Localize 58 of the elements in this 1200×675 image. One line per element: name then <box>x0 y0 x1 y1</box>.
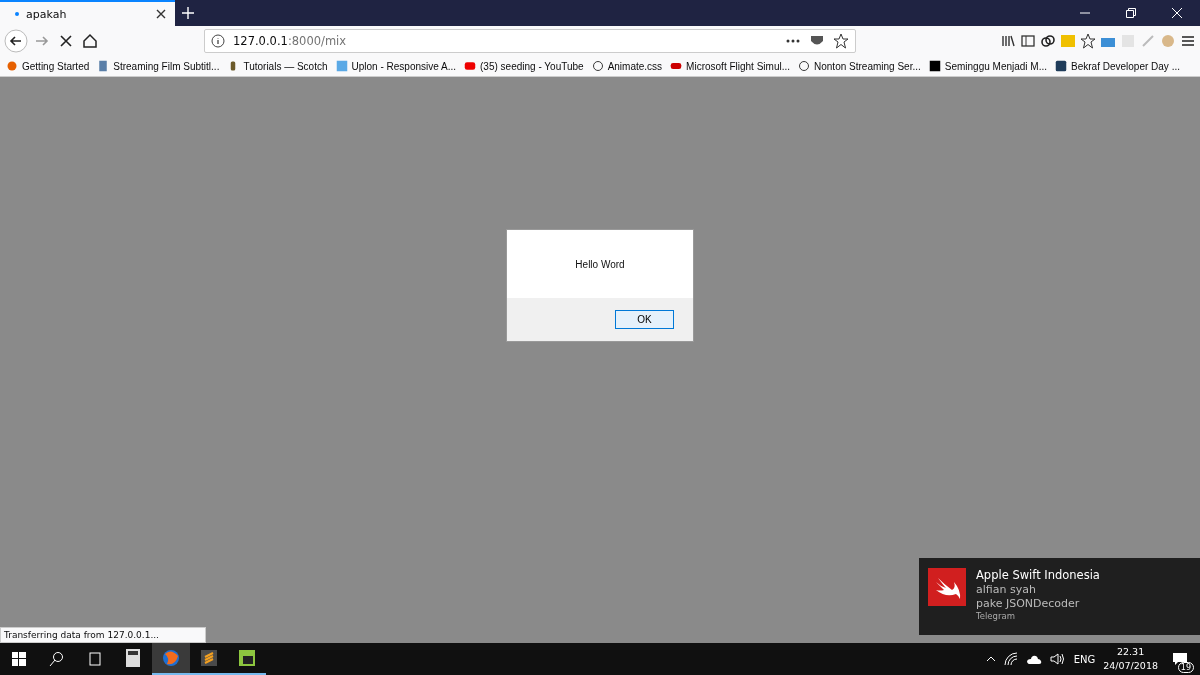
notification-sender: alfian syah <box>976 583 1037 596</box>
square-icon <box>335 60 348 72</box>
bookmark-item[interactable]: Streaming Film Subtitl... <box>97 60 220 72</box>
more-icon <box>785 38 801 44</box>
star-icon <box>833 33 849 49</box>
restore-icon <box>1126 8 1136 18</box>
task-view-icon <box>87 651 103 667</box>
bookmark-item[interactable]: (35) seeding - YouTube <box>464 60 584 72</box>
cloud-icon <box>1025 653 1042 665</box>
terminal-icon <box>237 648 257 668</box>
pencil-icon <box>1140 33 1156 49</box>
bookmark-item[interactable]: Uplon - Responsive A... <box>335 60 457 72</box>
new-tab-icon <box>181 6 195 20</box>
bookmark-item[interactable]: Tutorials — Scotch <box>227 60 328 72</box>
status-text: Transferring data from 127.0.0.1... <box>0 627 206 643</box>
square-icon <box>1055 60 1068 72</box>
wifi-icon <box>1003 652 1018 666</box>
square-icon <box>1060 33 1076 49</box>
back-icon <box>4 29 28 53</box>
bookmark-item[interactable]: Bekraf Developer Day ... <box>1055 60 1180 72</box>
notification-title: Apple Swift Indonesia <box>976 568 1100 582</box>
bookmark-item[interactable]: Animate.css <box>591 60 663 72</box>
info-icon <box>211 34 225 48</box>
loading-dot-icon <box>14 11 20 17</box>
language-indicator[interactable]: ENG <box>1073 653 1096 665</box>
notification-toast[interactable]: Apple Swift Indonesia alfian syah pake JSONDecoder Telegram <box>919 558 1200 635</box>
square-icon <box>928 60 941 72</box>
close-icon <box>155 8 167 20</box>
bird-icon <box>928 568 966 606</box>
browser-tab[interactable]: apakah <box>0 0 175 26</box>
action-center-button[interactable]: 19 <box>1166 643 1194 675</box>
s-logo-icon <box>199 648 219 668</box>
bookmark-item[interactable]: Microsoft Flight Simul... <box>670 60 790 72</box>
close-icon <box>1172 8 1182 18</box>
clock[interactable]: 22.31 24/07/2018 <box>1103 645 1158 673</box>
home-icon <box>80 31 100 51</box>
bookmark-item[interactable]: Nonton Streaming Ser... <box>798 60 921 72</box>
star-icon <box>1080 33 1096 49</box>
ok-button[interactable]: OK <box>615 310 674 329</box>
address-bar[interactable]: 127.0.0.1:8000/mix <box>204 29 856 53</box>
sidebar-icon <box>1020 33 1036 49</box>
notification-message: pake JSONDecoder <box>976 597 1081 610</box>
calculator-icon <box>123 648 143 668</box>
menu-icon <box>1180 33 1196 49</box>
bookmark-item[interactable]: Seminggu Menjadi M... <box>928 60 1048 72</box>
speaker-icon <box>1049 652 1066 666</box>
dialog-message: Hello Word <box>575 258 625 270</box>
url-text: 127.0.0.1:8000/mix <box>233 34 347 48</box>
library-icon <box>1000 33 1016 49</box>
chevron-up-icon <box>985 654 996 664</box>
notification-app: Telegram <box>976 611 1016 621</box>
tab-title: apakah <box>26 7 68 21</box>
windows-logo-icon <box>12 652 26 666</box>
bookmark-item[interactable]: Getting Started <box>6 60 90 72</box>
globe-icon <box>798 60 810 72</box>
globe-icon <box>591 60 604 72</box>
search-icon <box>49 651 65 667</box>
rings-icon <box>1040 33 1056 49</box>
